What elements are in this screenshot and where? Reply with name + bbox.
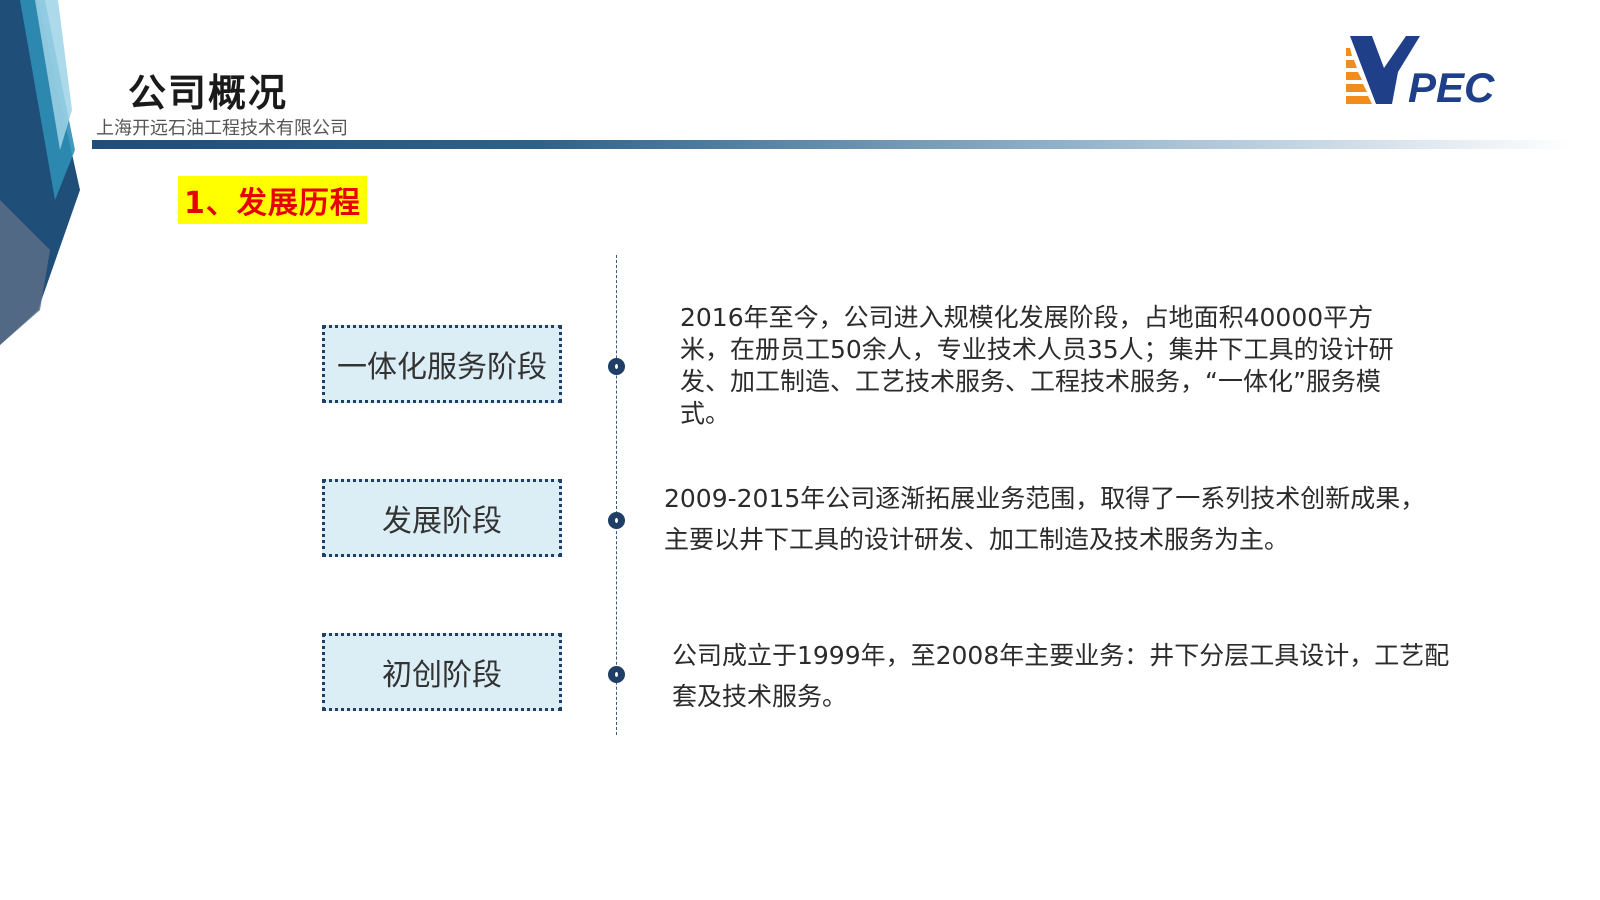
timeline-dot-3 bbox=[608, 666, 625, 683]
stage-box-integrated-service: 一体化服务阶段 bbox=[322, 325, 562, 403]
stage-box-development: 发展阶段 bbox=[322, 479, 562, 557]
left-decoration bbox=[0, 0, 80, 345]
stage-description-startup: 公司成立于1999年，至2008年主要业务：井下分层工具设计，工艺配套及技术服务… bbox=[672, 641, 1450, 711]
timeline-dot-1 bbox=[608, 358, 625, 375]
stage-description-integrated-service: 2016年至今，公司进入规模化发展阶段，占地面积40000平方米，在册员工50余… bbox=[680, 303, 1394, 428]
stage-description-development: 2009-2015年公司逐渐拓展业务范围，取得了一系列技术创新成果，主要以井下工… bbox=[664, 484, 1426, 554]
company-logo: PEC bbox=[1346, 36, 1495, 106]
company-name: 上海开远石油工程技术有限公司 bbox=[96, 118, 348, 139]
svg-text:PEC: PEC bbox=[1408, 64, 1495, 106]
page-title: 公司概况 bbox=[128, 71, 289, 115]
stage-box-startup: 初创阶段 bbox=[322, 633, 562, 711]
timeline-line bbox=[616, 255, 617, 735]
section-heading: 1、发展历程 bbox=[178, 176, 367, 224]
header-divider bbox=[92, 140, 1572, 149]
timeline-dot-2 bbox=[608, 512, 625, 529]
